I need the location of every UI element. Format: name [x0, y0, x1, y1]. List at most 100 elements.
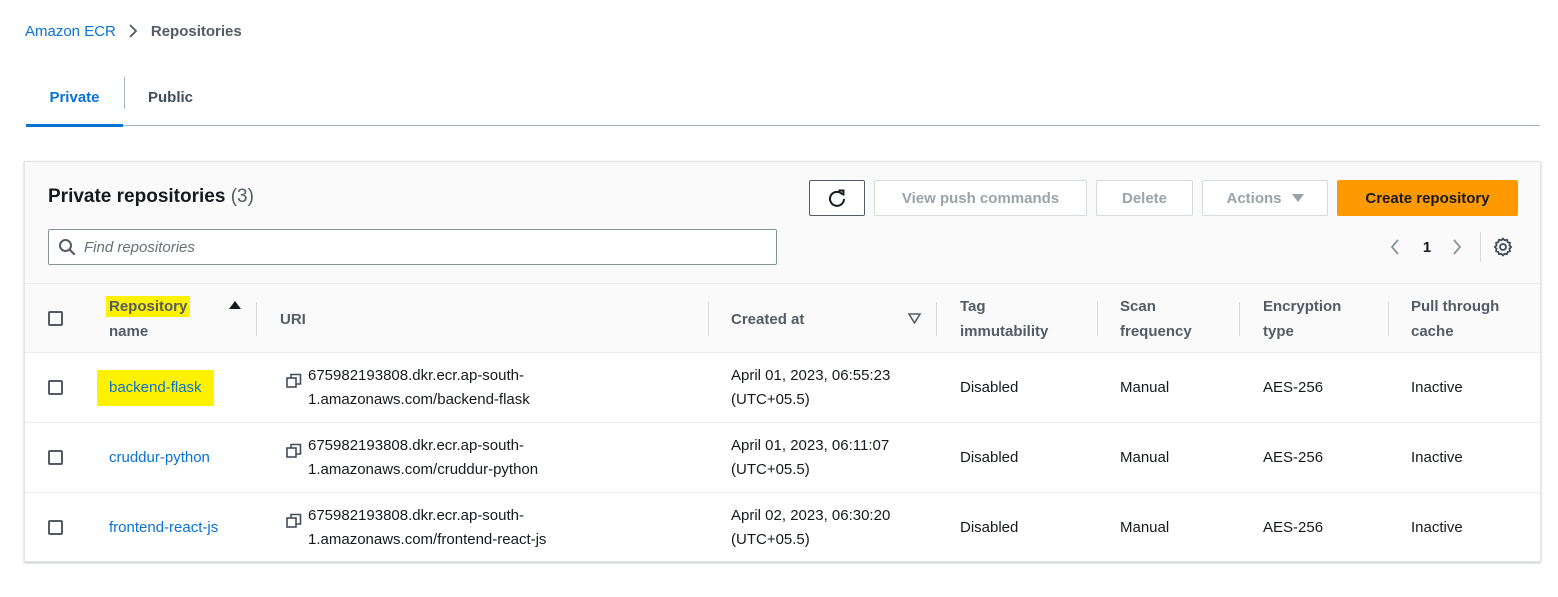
uri-line-1: 675982193808.dkr.ecr.ap-south- — [308, 366, 524, 384]
created-at-line-2: (UTC+05.5) — [731, 390, 810, 408]
encryption-type-cell: AES-256 — [1263, 448, 1324, 466]
column-header-scan-line2: frequency — [1120, 323, 1192, 340]
copy-icon[interactable] — [286, 373, 302, 389]
tag-immutability-cell: Disabled — [960, 448, 1019, 466]
current-page-number[interactable]: 1 — [1420, 236, 1434, 258]
repository-link-frontend-react-js[interactable]: frontend-react-js — [109, 516, 218, 540]
column-divider — [1239, 302, 1240, 336]
view-push-commands-button[interactable]: View push commands — [874, 180, 1087, 216]
tag-immutability-cell: Disabled — [960, 518, 1019, 536]
tab-public[interactable]: Public — [148, 70, 193, 125]
column-header-repository-name[interactable]: Repository name — [106, 284, 259, 354]
encryption-type-cell: AES-256 — [1263, 378, 1324, 396]
repository-link-cruddur-python[interactable]: cruddur-python — [109, 446, 210, 470]
search-input[interactable] — [84, 232, 764, 262]
select-all-checkbox[interactable] — [48, 311, 63, 326]
column-header-created-at[interactable]: Created at — [731, 284, 931, 354]
uri-line-1: 675982193808.dkr.ecr.ap-south- — [308, 506, 524, 524]
created-at-cell: April 01, 2023, 06:55:23 (UTC+05.5) — [731, 353, 890, 422]
column-header-pull-line1: Pull through — [1411, 298, 1500, 315]
caret-down-icon — [1291, 193, 1304, 203]
tab-divider — [124, 77, 125, 109]
repository-link-backend-flask[interactable]: backend-flask — [97, 369, 214, 406]
column-header-tag-line2: immutability — [960, 323, 1049, 340]
column-divider — [256, 302, 257, 336]
chevron-left-icon — [1390, 238, 1400, 256]
column-header-tag-line1: Tag — [960, 298, 986, 315]
tab-private[interactable]: Private — [26, 70, 123, 127]
uri-line-2: 1.amazonaws.com/backend-flask — [308, 390, 530, 408]
column-divider — [1388, 302, 1389, 336]
copy-icon[interactable] — [286, 443, 302, 459]
scan-frequency-cell: Manual — [1120, 378, 1170, 396]
uri-cell: 675982193808.dkr.ecr.ap-south- 1.amazona… — [286, 353, 530, 422]
breadcrumb-amazon-ecr-link[interactable]: Amazon ECR — [25, 23, 116, 40]
pull-through-cache-cell: Inactive — [1411, 448, 1463, 466]
repository-tabs: Private Public — [26, 70, 1540, 127]
sort-descending-icon — [908, 313, 921, 324]
created-at-line-2: (UTC+05.5) — [731, 460, 810, 478]
repositories-table: Repository name URI Created at Tag immut… — [25, 283, 1540, 561]
column-divider — [936, 302, 937, 336]
column-header-repository-name-text: Repository name — [106, 294, 191, 344]
actions-label: Actions — [1226, 189, 1282, 207]
next-page-button[interactable] — [1449, 236, 1465, 258]
panel-title-text: Private repositories — [48, 186, 226, 207]
refresh-icon — [827, 188, 847, 208]
breadcrumb-current: Repositories — [150, 22, 242, 40]
row-select-checkbox[interactable] — [48, 380, 63, 395]
scan-frequency-cell: Manual — [1120, 448, 1170, 466]
column-header-enc-line2: type — [1263, 323, 1294, 340]
uri-line-2: 1.amazonaws.com/frontend-react-js — [308, 530, 547, 548]
created-at-line-1: April 02, 2023, 06:30:20 — [731, 506, 891, 524]
column-header-uri: URI — [280, 310, 306, 328]
private-repositories-panel: Private repositories (3) View push comma… — [24, 161, 1541, 562]
settings-button[interactable] — [1493, 237, 1513, 257]
column-header-enc-line1: Encryption — [1263, 298, 1342, 315]
scan-frequency-cell: Manual — [1120, 518, 1170, 536]
column-header-name-line1: Repository — [106, 296, 191, 317]
uri-cell: 675982193808.dkr.ecr.ap-south- 1.amazona… — [286, 423, 538, 492]
chevron-right-icon — [1452, 238, 1462, 256]
sort-ascending-icon — [229, 300, 241, 310]
copy-icon[interactable] — [286, 513, 302, 529]
column-header-scan-frequency: Scan frequency — [1120, 284, 1250, 354]
previous-page-button[interactable] — [1387, 236, 1403, 258]
tag-immutability-cell: Disabled — [960, 378, 1019, 396]
uri-cell: 675982193808.dkr.ecr.ap-south- 1.amazona… — [286, 493, 547, 561]
gear-icon — [1493, 237, 1513, 257]
created-at-line-1: April 01, 2023, 06:11:07 — [731, 436, 890, 454]
uri-line-2: 1.amazonaws.com/cruddur-python — [308, 460, 539, 478]
repository-name-cell: cruddur-python — [109, 423, 210, 492]
delete-button[interactable]: Delete — [1096, 180, 1193, 216]
breadcrumb: Amazon ECR Repositories — [25, 20, 242, 42]
row-select-checkbox[interactable] — [48, 520, 63, 535]
table-row: cruddur-python 675982193808.dkr.ecr.ap-s… — [25, 423, 1540, 493]
actions-dropdown-button[interactable]: Actions — [1202, 180, 1328, 216]
row-select-checkbox[interactable] — [48, 450, 63, 465]
table-row: backend-flask 675982193808.dkr.ecr.ap-so… — [25, 353, 1540, 423]
created-at-cell: April 02, 2023, 06:30:20 (UTC+05.5) — [731, 493, 891, 561]
column-header-pull-through-cache: Pull through cache — [1411, 284, 1540, 354]
created-at-line-2: (UTC+05.5) — [731, 530, 810, 548]
search-box — [48, 229, 777, 265]
create-repository-button[interactable]: Create repository — [1337, 180, 1518, 216]
select-all-cell — [25, 284, 85, 354]
refresh-button[interactable] — [809, 180, 865, 216]
chevron-right-icon — [128, 23, 138, 39]
pager-divider — [1480, 232, 1481, 262]
uri-line-1: 675982193808.dkr.ecr.ap-south- — [308, 436, 524, 454]
column-header-name-line2: name — [109, 323, 149, 340]
column-header-tag-immutability: Tag immutability — [960, 284, 1100, 354]
repository-name-cell: frontend-react-js — [109, 493, 218, 561]
repository-name-cell: backend-flask — [97, 353, 214, 422]
repository-count: (3) — [230, 186, 254, 207]
pull-through-cache-cell: Inactive — [1411, 378, 1463, 396]
column-divider — [1097, 302, 1098, 336]
table-row: frontend-react-js 675982193808.dkr.ecr.a… — [25, 493, 1540, 561]
created-at-line-1: April 01, 2023, 06:55:23 — [731, 366, 891, 384]
column-header-scan-line1: Scan — [1120, 298, 1156, 315]
panel-title: Private repositories (3) — [48, 186, 254, 208]
column-divider — [708, 302, 709, 336]
table-header: Repository name URI Created at Tag immut… — [25, 283, 1540, 354]
